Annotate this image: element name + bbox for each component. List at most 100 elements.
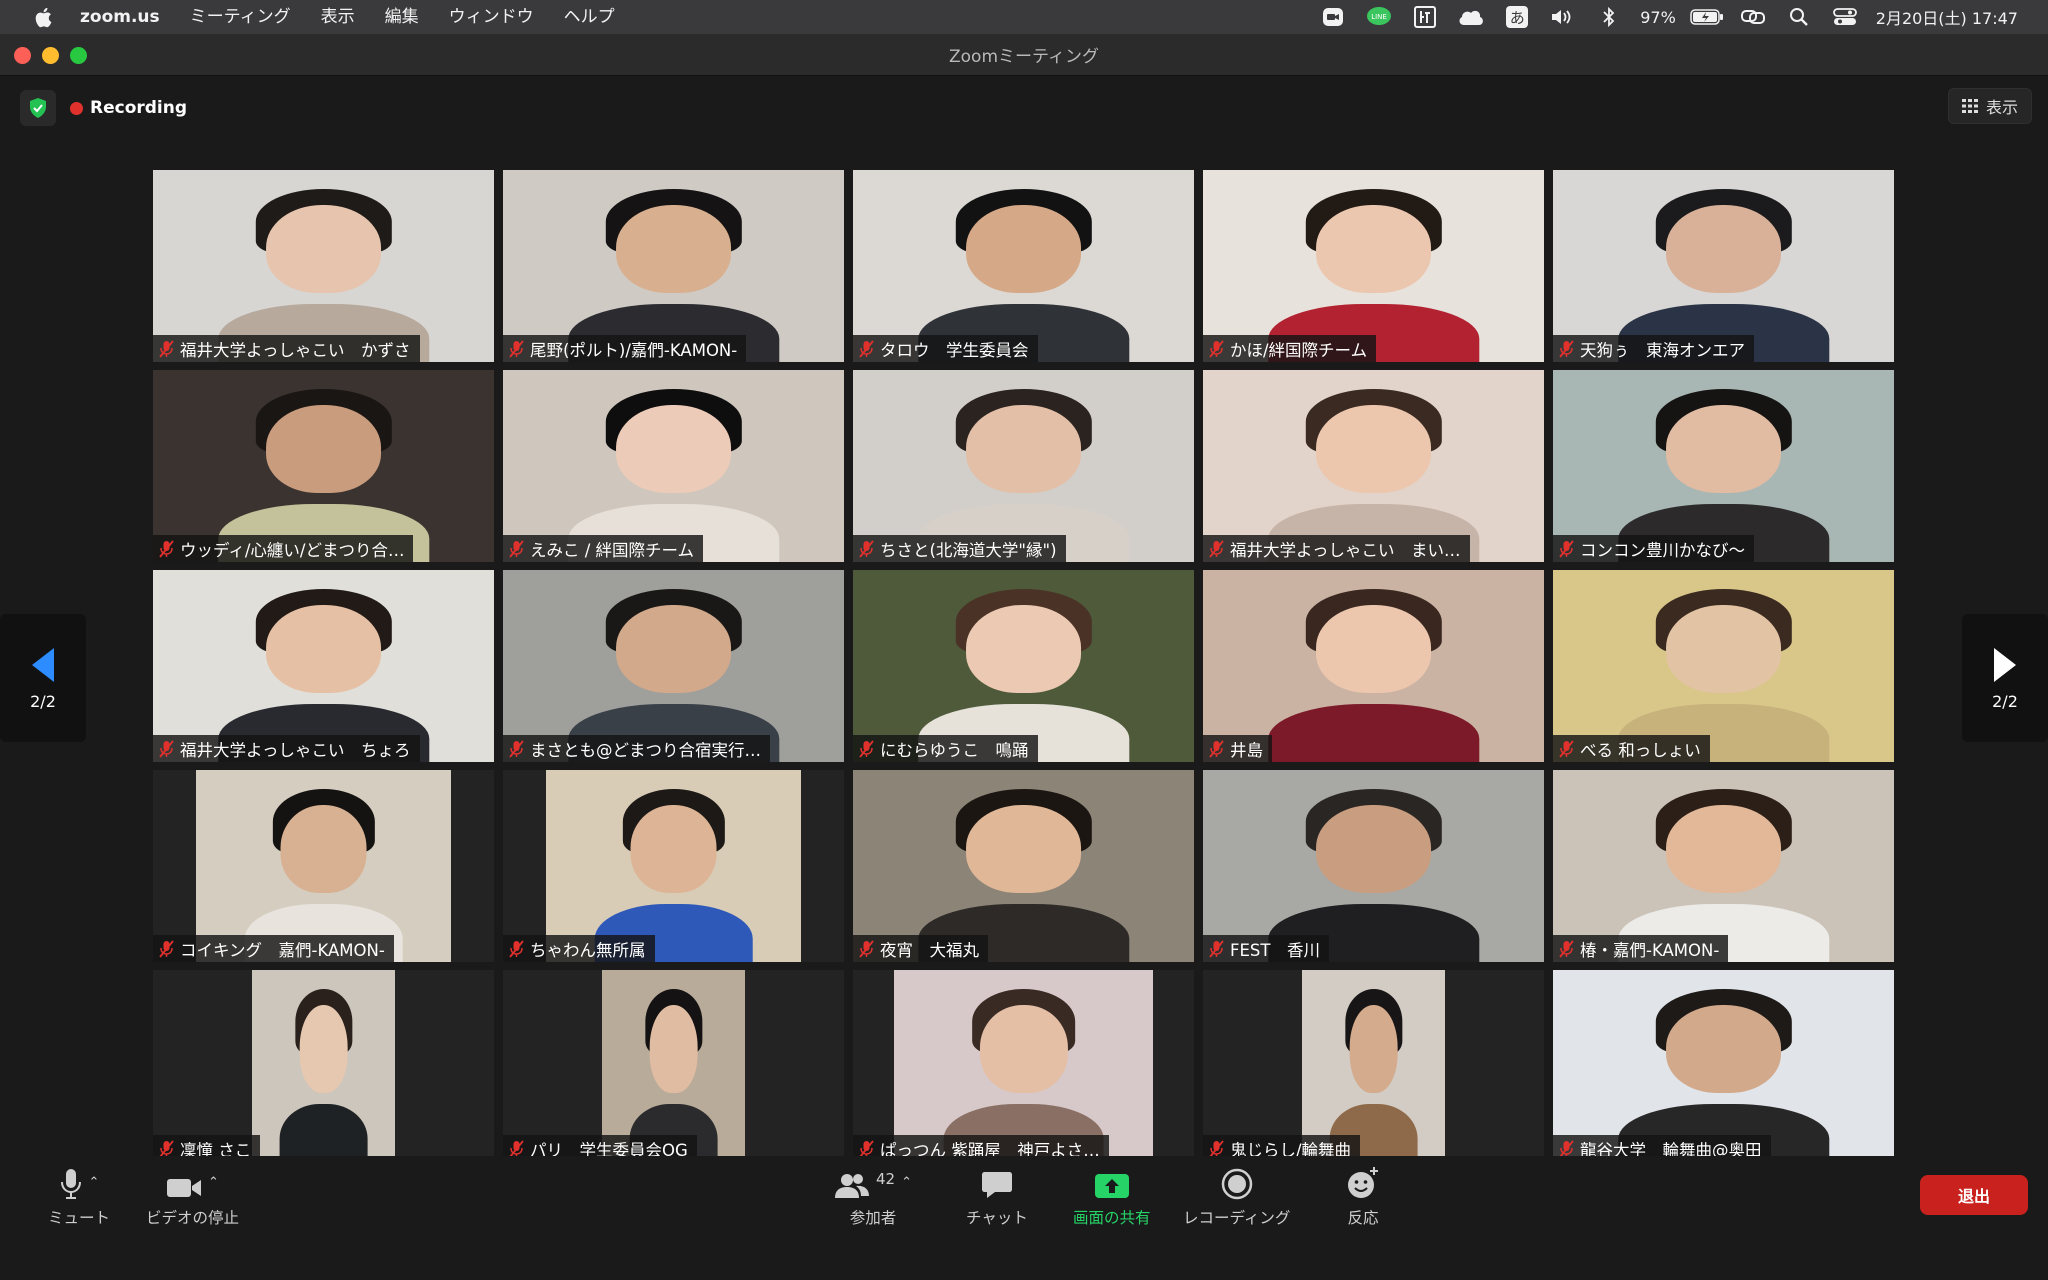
video-tile[interactable]: ちさと(北海道大学"縁") xyxy=(853,370,1194,562)
chat-button[interactable]: チャット xyxy=(966,1166,1028,1228)
leave-button[interactable]: 退出 xyxy=(1920,1175,2028,1215)
muted-microphone-icon xyxy=(159,739,174,758)
input-method-icon[interactable]: あ xyxy=(1494,0,1540,34)
battery-icon[interactable] xyxy=(1684,0,1730,34)
video-tile[interactable]: 福井大学よっしゃこい まい… xyxy=(1203,370,1544,562)
cloud-icon[interactable] xyxy=(1448,0,1494,34)
spotlight-search-icon[interactable] xyxy=(1776,0,1822,34)
line-icon[interactable]: LINE xyxy=(1356,0,1402,34)
menu-window[interactable]: ウィンドウ xyxy=(434,0,549,34)
video-tile[interactable]: パリ 学生委員会OG xyxy=(503,970,844,1162)
participant-name-tag: 井島 xyxy=(1203,735,1272,762)
video-tile[interactable]: 井島 xyxy=(1203,570,1544,762)
apple-icon[interactable] xyxy=(28,0,58,34)
volume-icon[interactable] xyxy=(1540,0,1586,34)
muted-microphone-icon xyxy=(159,1139,174,1158)
mute-options-caret-icon[interactable]: ⌃ xyxy=(89,1175,100,1190)
video-tile[interactable]: 天狗ぅ 東海オンエア xyxy=(1553,170,1894,362)
video-tile[interactable]: 椿・嘉們-KAMON- xyxy=(1553,770,1894,962)
reactions-button[interactable]: 反応 xyxy=(1346,1166,1380,1228)
video-tile[interactable]: 尾野(ポルト)/嘉們-KAMON- xyxy=(503,170,844,362)
participant-name: ちさと(北海道大学"縁") xyxy=(880,540,1057,560)
share-screen-button[interactable]: 画面の共有 xyxy=(1073,1166,1151,1228)
participants-options-caret-icon[interactable]: ⌃ xyxy=(901,1175,912,1190)
meeting-top-info: Recording xyxy=(20,90,187,126)
participant-face xyxy=(965,404,1082,493)
page-indicator-right: 2/2 xyxy=(1992,691,2018,711)
participant-video xyxy=(545,770,802,962)
participant-name-tag: 尾野(ポルト)/嘉們-KAMON- xyxy=(503,335,747,362)
meeting-area: Recording 表示 2/2 2/2 福井大学よっしゃこい かずさ 尾野(ポル… xyxy=(0,76,2048,1234)
participants-button[interactable]: 42 ⌃ 参加者 xyxy=(834,1166,912,1228)
japanese-calendar-icon[interactable] xyxy=(1402,0,1448,34)
menu-meeting[interactable]: ミーティング xyxy=(175,0,306,34)
video-tile[interactable]: 龍谷大学 輪舞曲@奥田 xyxy=(1553,970,1894,1162)
video-tile[interactable]: ちゃわん無所属 xyxy=(503,770,844,962)
menu-app-name[interactable]: zoom.us xyxy=(58,0,175,34)
video-tile[interactable]: コイキング 嘉們-KAMON- xyxy=(153,770,494,962)
video-tile[interactable]: コンコン豊川かなび〜 xyxy=(1553,370,1894,562)
participants-label: 参加者 xyxy=(849,1209,897,1227)
video-tile[interactable]: べる 和っしょい xyxy=(1553,570,1894,762)
participant-face xyxy=(1665,804,1782,893)
video-tile[interactable]: ウッディ/心纏い/どまつり合… xyxy=(153,370,494,562)
menu-help[interactable]: ヘルプ xyxy=(549,0,630,34)
video-tile[interactable]: FEST 香川 xyxy=(1203,770,1544,962)
participant-video xyxy=(1553,170,1894,362)
participant-name-tag: ちゃわん無所属 xyxy=(503,935,655,962)
zoom-video-icon[interactable] xyxy=(1310,0,1356,34)
window-zoom-button[interactable] xyxy=(70,47,87,64)
mute-label: ミュート xyxy=(48,1209,111,1227)
menu-edit[interactable]: 編集 xyxy=(370,0,434,34)
stop-video-button[interactable]: ⌃ ビデオの停止 xyxy=(146,1166,239,1228)
video-tile[interactable]: 夜宵 大福丸 xyxy=(853,770,1194,962)
video-tile[interactable]: 福井大学よっしゃこい かずさ xyxy=(153,170,494,362)
participant-name: 尾野(ポルト)/嘉們-KAMON- xyxy=(530,340,738,360)
control-center-icon[interactable] xyxy=(1822,0,1868,34)
previous-page-button[interactable]: 2/2 xyxy=(0,614,86,742)
muted-microphone-icon xyxy=(859,539,874,558)
participant-video xyxy=(1553,570,1894,762)
participant-name-tag: えみこ / 絆国際チーム xyxy=(503,535,704,562)
participant-name-tag: 福井大学よっしゃこい まい… xyxy=(1203,535,1470,562)
participant-name-tag: ウッディ/心纏い/どまつり合… xyxy=(153,535,414,562)
window-close-button[interactable] xyxy=(14,47,31,64)
recording-indicator[interactable]: Recording xyxy=(70,98,187,118)
video-options-caret-icon[interactable]: ⌃ xyxy=(208,1175,219,1190)
smiley-plus-icon xyxy=(1348,1167,1378,1198)
muted-microphone-icon xyxy=(509,939,524,958)
muted-microphone-icon xyxy=(1209,739,1224,758)
svg-text:LINE: LINE xyxy=(1371,13,1387,21)
menubar-datetime[interactable]: 2月20日(土) 17:47 xyxy=(1868,5,2026,29)
record-button[interactable]: レコーディング xyxy=(1183,1166,1290,1228)
video-tile[interactable]: 福井大学よっしゃこい ちょろ xyxy=(153,570,494,762)
participant-video xyxy=(853,570,1194,762)
video-tile[interactable]: タロウ 学生委員会 xyxy=(853,170,1194,362)
security-shield-icon[interactable] xyxy=(20,90,56,126)
participant-face xyxy=(615,404,732,493)
participant-video xyxy=(853,170,1194,362)
page-indicator-left: 2/2 xyxy=(30,691,56,711)
muted-microphone-icon xyxy=(1559,1139,1574,1158)
video-tile[interactable]: 凜憧 さこ xyxy=(153,970,494,1162)
view-button[interactable]: 表示 xyxy=(1948,88,2032,124)
video-tile[interactable]: 鬼じらし/輪舞曲 xyxy=(1203,970,1544,1162)
video-tile[interactable]: かほ/絆国際チーム xyxy=(1203,170,1544,362)
participant-name: ちゃわん無所属 xyxy=(530,940,646,960)
video-tile[interactable]: にむらゆうこ 鳴踊 xyxy=(853,570,1194,762)
muted-microphone-icon xyxy=(509,1139,524,1158)
video-tile[interactable]: えみこ / 絆国際チーム xyxy=(503,370,844,562)
muted-microphone-icon xyxy=(159,339,174,358)
video-tile[interactable]: まさとも@どまつり合宿実行… xyxy=(503,570,844,762)
participant-name: べる 和っしょい xyxy=(1580,740,1701,760)
mute-button[interactable]: ⌃ ミュート xyxy=(48,1166,110,1228)
video-tile[interactable]: ぱっつん 紫踊屋 神戸よさ… xyxy=(853,970,1194,1162)
participant-video xyxy=(1203,370,1544,562)
zoom-window: Zoomミーティング Recording 表示 2/2 2/2 福井大学よっしゃ… xyxy=(0,34,2048,1280)
window-minimize-button[interactable] xyxy=(42,47,59,64)
menu-view[interactable]: 表示 xyxy=(306,0,370,34)
participant-video xyxy=(251,970,396,1162)
screen-mirroring-icon[interactable] xyxy=(1730,0,1776,34)
bluetooth-icon[interactable] xyxy=(1586,0,1632,34)
next-page-button[interactable]: 2/2 xyxy=(1962,614,2048,742)
